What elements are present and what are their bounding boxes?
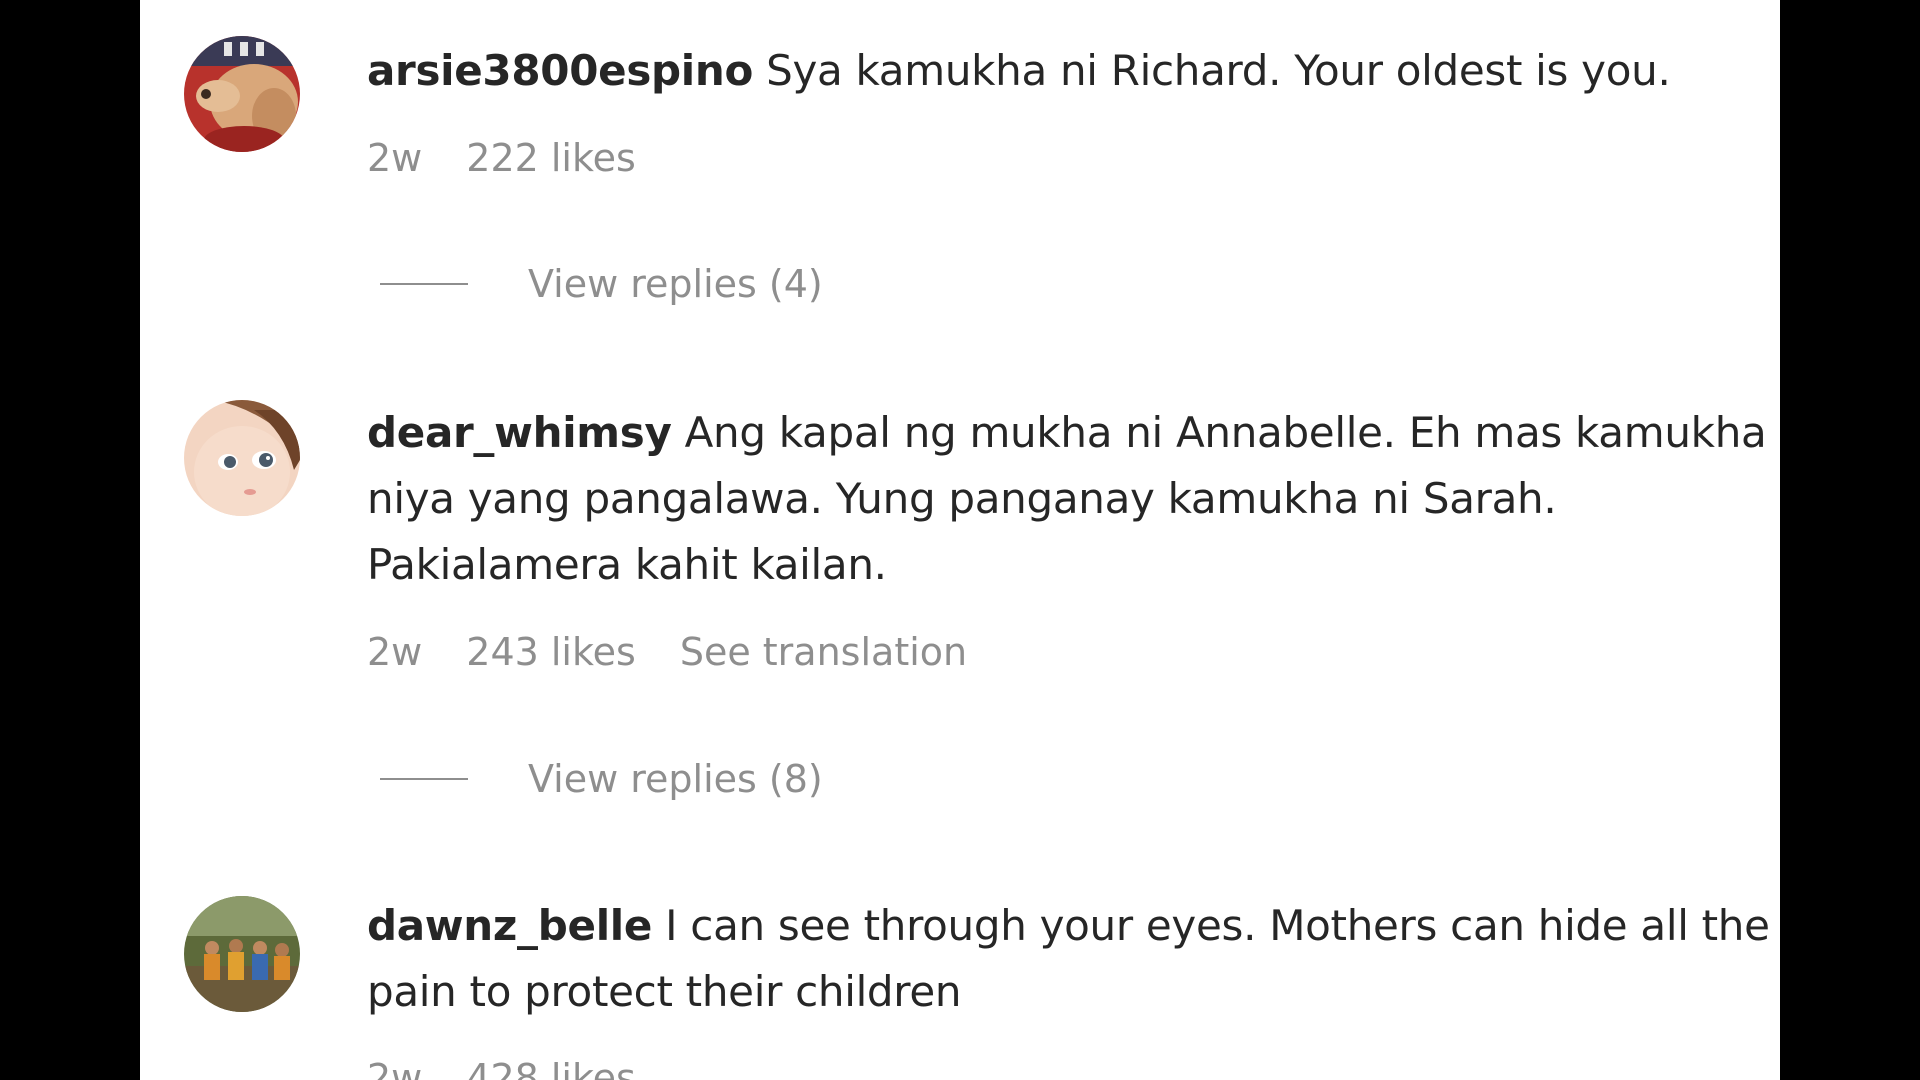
see-translation-button[interactable]: See translation [680,630,967,674]
comment-username[interactable]: dawnz_belle [367,901,652,950]
view-replies-label: View replies (4) [528,262,823,306]
comment-meta: 2w 428 likes [367,1056,680,1080]
view-replies-label: View replies (8) [528,757,823,801]
comment-text-block: arsie3800espino Sya kamukha ni Richard. … [367,38,1767,104]
avatar-doll-face-icon [184,400,300,516]
view-replies-button[interactable]: View replies (4) [380,262,823,306]
avatar-group-photo-icon [184,896,300,1012]
comment-age: 2w [367,136,423,180]
comment-username[interactable]: arsie3800espino [367,46,753,95]
avatar[interactable] [184,896,300,1012]
comment-age: 2w [367,630,423,674]
comment-likes[interactable]: 428 likes [466,1056,636,1080]
comments-panel: arsie3800espino Sya kamukha ni Richard. … [140,0,1780,1080]
comment-meta: 2w 222 likes [367,136,680,180]
view-replies-button[interactable]: View replies (8) [380,757,823,801]
comment-age: 2w [367,1056,423,1080]
comment-text: Sya kamukha ni Richard. Your oldest is y… [766,46,1671,95]
avatar[interactable] [184,36,300,152]
avatar[interactable] [184,400,300,516]
comment-text-block: dawnz_belle I can see through your eyes.… [367,893,1777,1025]
comment-meta: 2w 243 likes See translation [367,630,1011,674]
replies-divider-line [380,283,468,285]
comment-likes[interactable]: 222 likes [466,136,636,180]
replies-divider-line [380,778,468,780]
comment-likes[interactable]: 243 likes [466,630,636,674]
comment-username[interactable]: dear_whimsy [367,408,672,457]
comment-text-block: dear_whimsy Ang kapal ng mukha ni Annabe… [367,400,1767,598]
avatar-dog-photo-icon [184,36,300,152]
